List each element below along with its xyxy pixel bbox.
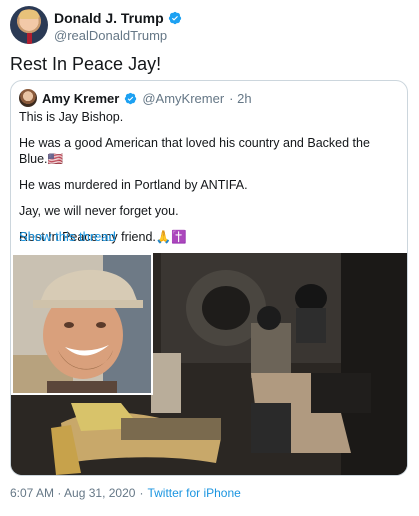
tweet-header: Donald J. Trump @realDonaldTrump xyxy=(10,6,410,46)
verified-badge-icon xyxy=(168,11,181,25)
quote-line: This is Jay Bishop. xyxy=(19,110,124,124)
footer-separator: · xyxy=(139,486,144,500)
avatar-tie xyxy=(27,33,32,44)
quote-line: He was a good American that loved his co… xyxy=(19,136,370,166)
quoted-tweet[interactable]: Amy Kremer @AmyKremer · 2h This is Jay B… xyxy=(10,80,408,476)
quote-header: Amy Kremer @AmyKremer · 2h xyxy=(19,89,252,107)
quote-author-handle[interactable]: @AmyKremer xyxy=(142,91,224,106)
author-avatar[interactable] xyxy=(10,6,48,44)
author-display-name[interactable]: Donald J. Trump xyxy=(54,10,164,26)
verified-badge-icon xyxy=(125,92,137,104)
tweet-source-link[interactable]: Twitter for iPhone xyxy=(147,486,240,500)
author-handle[interactable]: @realDonaldTrump xyxy=(54,28,167,43)
jay-bishop-portrait xyxy=(11,253,153,395)
show-thread-link[interactable]: Show this thread xyxy=(19,229,116,244)
tweet-text: Rest In Peace Jay! xyxy=(10,54,162,74)
quote-media-image[interactable] xyxy=(11,253,407,475)
tweet-timestamp[interactable]: 6:07 AM · Aug 31, 2020 xyxy=(10,486,135,500)
quote-line: Jay, we will never forget you. xyxy=(19,204,179,218)
quote-author-name[interactable]: Amy Kremer xyxy=(42,91,119,106)
tweet-footer: 6:07 AM · Aug 31, 2020 · Twitter for iPh… xyxy=(10,486,241,500)
author-name-row[interactable]: Donald J. Trump xyxy=(54,10,182,26)
quote-age[interactable]: · 2h xyxy=(229,91,251,106)
quote-line: He was murdered in Portland by ANTIFA. xyxy=(19,178,248,192)
avatar-hair xyxy=(19,10,39,19)
portrait-face-icon xyxy=(13,255,151,393)
quote-author-avatar[interactable] xyxy=(19,89,37,107)
